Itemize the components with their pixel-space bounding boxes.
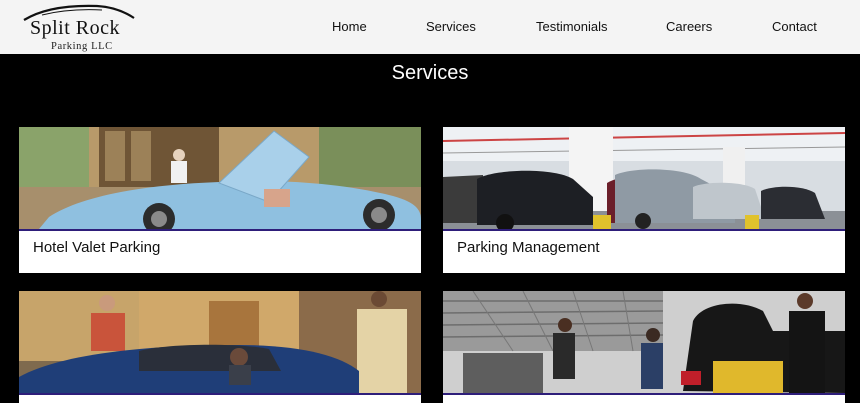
service-card-4[interactable] bbox=[443, 291, 845, 403]
card-accent-bar bbox=[19, 393, 421, 395]
service-card-parking-management[interactable]: Parking Management bbox=[443, 127, 845, 273]
service-card-title: Parking Management bbox=[457, 239, 600, 256]
nav-contact[interactable]: Contact bbox=[772, 0, 817, 54]
card-accent-bar bbox=[443, 229, 845, 231]
card-accent-bar bbox=[19, 229, 421, 231]
valet-dropoff-photo bbox=[19, 291, 421, 393]
hotel-valet-photo bbox=[19, 127, 421, 229]
service-card-hotel-valet[interactable]: Hotel Valet Parking bbox=[19, 127, 421, 273]
nav-careers[interactable]: Careers bbox=[666, 0, 712, 54]
logo-wordmark: Split Rock bbox=[30, 17, 121, 39]
split-rock-logo[interactable]: Split Rock Parking LLC bbox=[22, 3, 142, 52]
service-card-3[interactable] bbox=[19, 291, 421, 403]
luggage-valet-photo bbox=[443, 291, 845, 393]
nav-services[interactable]: Services bbox=[426, 0, 476, 54]
site-header: Split Rock Parking LLC Home Services Tes… bbox=[0, 0, 860, 54]
logo-tagline: Parking LLC bbox=[51, 41, 113, 52]
parking-garage-photo bbox=[443, 127, 845, 229]
card-accent-bar bbox=[443, 393, 845, 395]
service-card-title: Hotel Valet Parking bbox=[33, 239, 161, 256]
nav-home[interactable]: Home bbox=[332, 0, 367, 54]
nav-testimonials[interactable]: Testimonials bbox=[536, 0, 608, 54]
page-title: Services bbox=[391, 62, 469, 84]
